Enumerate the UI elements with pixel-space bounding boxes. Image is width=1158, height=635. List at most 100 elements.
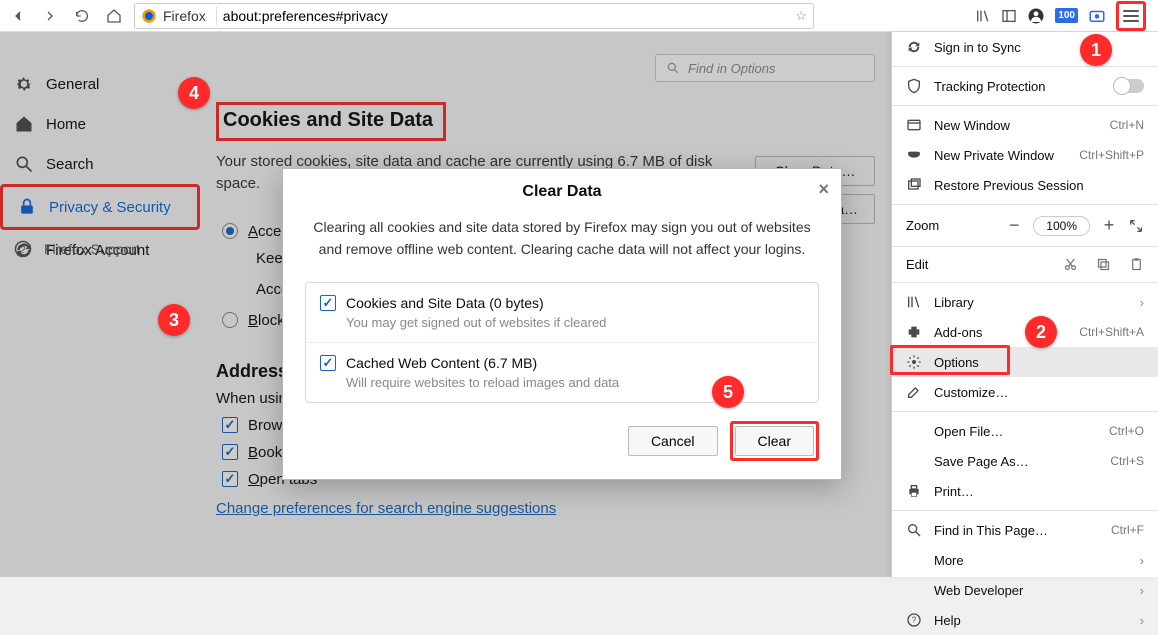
hamburger-menu-button[interactable]: [1116, 1, 1146, 31]
sidebar-item-privacy[interactable]: Privacy & Security: [0, 184, 200, 230]
fullscreen-icon[interactable]: [1128, 218, 1144, 234]
home-icon: [14, 114, 34, 134]
search-icon: [906, 522, 922, 538]
print-icon: [906, 483, 922, 499]
paint-icon: [906, 384, 922, 400]
checkbox-icon: [320, 295, 336, 311]
forward-button[interactable]: [38, 4, 62, 28]
clear-button-highlight: Clear: [730, 421, 819, 461]
url-bar[interactable]: Firefox ☆: [134, 3, 814, 29]
radio-icon: [222, 312, 238, 328]
extension-badge[interactable]: 100: [1055, 8, 1078, 23]
menu-more[interactable]: More ›: [892, 545, 1158, 575]
sidebar-item-home[interactable]: Home: [0, 104, 200, 144]
menu-label: Tracking Protection: [934, 79, 1102, 94]
zoom-label: Zoom: [906, 218, 995, 233]
callout-1: 1: [1080, 34, 1112, 66]
reload-button[interactable]: [70, 4, 94, 28]
copy-icon[interactable]: [1096, 257, 1111, 272]
menu-label: Restore Previous Session: [934, 178, 1144, 193]
sidebar-item-general[interactable]: General: [0, 64, 200, 104]
help-icon: ?: [906, 612, 922, 628]
menu-web-dev[interactable]: Web Developer ›: [892, 575, 1158, 605]
search-suggestion-link[interactable]: Change preferences for search engine sug…: [216, 500, 556, 517]
search-icon: [14, 154, 34, 174]
clear-button[interactable]: Clear: [735, 426, 814, 456]
urlbar-divider: [216, 7, 217, 25]
menu-label: Customize…: [934, 385, 1144, 400]
screenshot-icon[interactable]: [1088, 7, 1106, 25]
url-input[interactable]: [223, 8, 790, 24]
menu-find[interactable]: Find in This Page… Ctrl+F: [892, 515, 1158, 545]
menu-open-file[interactable]: Open File… Ctrl+O: [892, 416, 1158, 446]
home-button[interactable]: [102, 4, 126, 28]
sidebar-item-support[interactable]: ? Firefox Support: [14, 240, 140, 258]
sidebar-icon[interactable]: [1001, 8, 1017, 24]
chevron-right-icon: ›: [1140, 613, 1144, 628]
app-menu: Sign in to Sync Tracking Protection New …: [891, 32, 1158, 577]
opt-title: Cached Web Content (6.7 MB): [346, 355, 537, 371]
account-icon[interactable]: [1027, 7, 1045, 25]
menu-restore[interactable]: Restore Previous Session: [892, 170, 1158, 200]
cancel-button[interactable]: Cancel: [628, 426, 718, 456]
cookies-title: Cookies and Site Data: [223, 109, 433, 132]
help-icon: ?: [14, 240, 32, 258]
menu-sign-in[interactable]: Sign in to Sync: [892, 32, 1158, 62]
menu-label: New Window: [934, 118, 1098, 133]
menu-save-as[interactable]: Save Page As… Ctrl+S: [892, 446, 1158, 476]
toolbar-right-icons: 100: [975, 1, 1152, 31]
bookmark-star-icon[interactable]: ☆: [795, 8, 807, 24]
tracking-toggle[interactable]: [1114, 79, 1144, 93]
sync-icon: [906, 39, 922, 55]
menu-shortcut: Ctrl+Shift+P: [1079, 148, 1144, 162]
browser-toolbar: Firefox ☆ 100: [0, 0, 1158, 32]
dialog-actions: Cancel Clear: [283, 407, 841, 479]
paste-icon[interactable]: [1129, 257, 1144, 272]
zoom-in-button[interactable]: +: [1100, 215, 1118, 236]
puzzle-icon: [906, 324, 922, 340]
menu-help[interactable]: ? Help ›: [892, 605, 1158, 635]
menu-tracking[interactable]: Tracking Protection: [892, 71, 1158, 101]
menu-label: Options: [934, 355, 1144, 370]
menu-zoom: Zoom − 100% +: [892, 209, 1158, 242]
menu-print[interactable]: Print…: [892, 476, 1158, 506]
chevron-right-icon: ›: [1140, 553, 1144, 568]
checkbox-icon: [222, 444, 238, 460]
menu-shortcut: Ctrl+Shift+A: [1079, 325, 1144, 339]
sidebar-label: Home: [46, 116, 86, 133]
checkbox-icon: [222, 471, 238, 487]
menu-label: Library: [934, 295, 1128, 310]
mask-icon: [906, 147, 922, 163]
zoom-value[interactable]: 100%: [1033, 216, 1090, 236]
edit-label: Edit: [906, 257, 1045, 272]
zoom-out-button[interactable]: −: [1005, 215, 1023, 236]
dialog-opt-cookies[interactable]: Cookies and Site Data (0 bytes) You may …: [306, 283, 818, 342]
preferences-sidebar: General Home Search Privacy & Security F…: [0, 32, 200, 270]
clear-data-dialog: Clear Data × Clearing all cookies and si…: [282, 168, 842, 480]
menu-new-window[interactable]: New Window Ctrl+N: [892, 110, 1158, 140]
library-icon[interactable]: [975, 8, 991, 24]
find-in-options[interactable]: Find in Options: [655, 54, 875, 82]
cut-icon[interactable]: [1063, 257, 1078, 272]
back-button[interactable]: [6, 4, 30, 28]
chevron-right-icon: ›: [1140, 295, 1144, 310]
dialog-close-button[interactable]: ×: [818, 179, 829, 200]
menu-options[interactable]: Options: [892, 347, 1158, 377]
opt-sub: You may get signed out of websites if cl…: [346, 315, 804, 330]
menu-new-private[interactable]: New Private Window Ctrl+Shift+P: [892, 140, 1158, 170]
callout-4: 4: [178, 77, 210, 109]
checkbox-icon: [320, 355, 336, 371]
dialog-body: Clearing all cookies and site data store…: [283, 211, 841, 268]
restore-icon: [906, 177, 922, 193]
checkbox-icon: [222, 417, 238, 433]
menu-label: More: [934, 553, 1128, 568]
sidebar-item-search[interactable]: Search: [0, 144, 200, 184]
menu-customize[interactable]: Customize…: [892, 377, 1158, 407]
sidebar-label: Privacy & Security: [49, 199, 171, 216]
menu-library[interactable]: Library ›: [892, 287, 1158, 317]
menu-shortcut: Ctrl+O: [1109, 424, 1144, 438]
menu-label: Help: [934, 613, 1128, 628]
menu-label: Save Page As…: [934, 454, 1098, 469]
menu-label: New Private Window: [934, 148, 1067, 163]
menu-shortcut: Ctrl+N: [1110, 118, 1144, 132]
